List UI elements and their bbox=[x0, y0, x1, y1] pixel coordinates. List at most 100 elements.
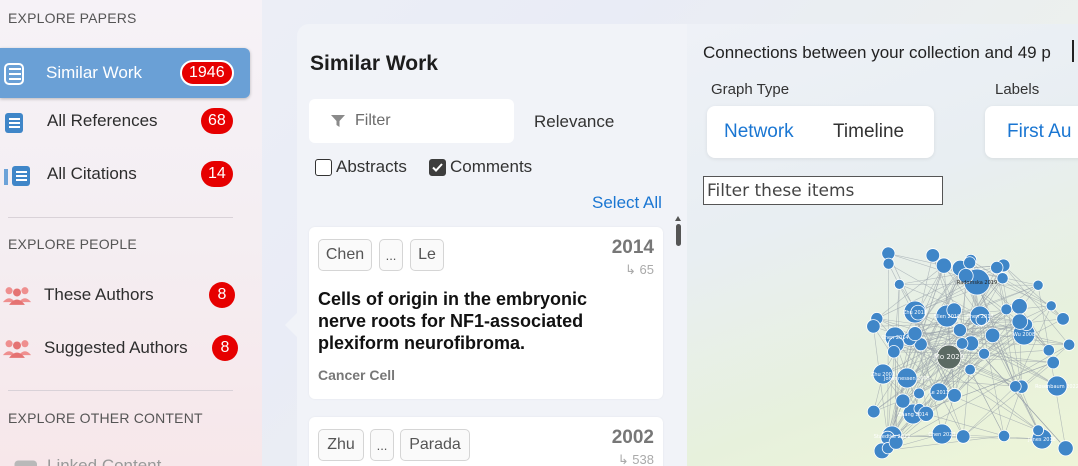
sidebar-item-label: Suggested Authors bbox=[44, 338, 188, 357]
network-node-label: Staedtke 2022 bbox=[874, 434, 911, 440]
document-stack-icon bbox=[4, 63, 24, 85]
sort-select[interactable]: Relevance bbox=[534, 112, 614, 132]
network-node-label: Zhu 2018 bbox=[903, 310, 927, 316]
network-node[interactable] bbox=[895, 393, 911, 409]
sidebar-item-all-citations[interactable]: All Citations 14 bbox=[0, 149, 250, 199]
network-node[interactable] bbox=[866, 319, 881, 334]
count-badge: 14 bbox=[201, 161, 233, 187]
network-node[interactable] bbox=[978, 347, 991, 360]
scroll-up-icon[interactable] bbox=[675, 216, 681, 221]
paper-card[interactable]: Zhu ... Parada 2002 ↳ 538 bbox=[309, 417, 663, 466]
sidebar-item-label: All Citations bbox=[47, 164, 137, 183]
abstracts-checkbox[interactable]: Abstracts bbox=[315, 157, 407, 177]
network-node[interactable] bbox=[935, 257, 952, 274]
network-node[interactable] bbox=[1056, 312, 1070, 326]
network-node-label: Rosenbaum 2022 bbox=[1035, 384, 1078, 390]
sidebar-item-these-authors[interactable]: These Authors 8 bbox=[0, 270, 250, 320]
author-chip-ellipsis[interactable]: ... bbox=[370, 429, 394, 461]
network-node[interactable] bbox=[866, 404, 881, 419]
scrollbar-thumb[interactable] bbox=[676, 224, 681, 246]
comments-checkbox[interactable]: Comments bbox=[429, 157, 532, 177]
network-node[interactable] bbox=[964, 363, 976, 376]
network-node[interactable] bbox=[1000, 303, 1013, 316]
divider bbox=[8, 390, 233, 391]
network-node[interactable] bbox=[1042, 344, 1055, 357]
select-all-link[interactable]: Select All bbox=[592, 193, 662, 213]
network-node[interactable] bbox=[963, 256, 977, 270]
network-node[interactable] bbox=[887, 345, 901, 359]
network-node-label: Chen 2023 bbox=[928, 432, 955, 438]
citation-count: ↳ 538 bbox=[617, 452, 654, 466]
network-node[interactable] bbox=[1063, 338, 1076, 351]
network-node-label: Chen 2017 bbox=[966, 314, 993, 320]
paper-title[interactable]: Cells of origin in the embryonic nerve r… bbox=[318, 288, 638, 354]
graph-area: Connections between your collection and … bbox=[687, 24, 1078, 466]
sidebar-item-label: These Authors bbox=[44, 285, 154, 304]
people-icon bbox=[2, 287, 32, 305]
network-node[interactable] bbox=[990, 260, 1004, 275]
author-chip[interactable]: Zhu bbox=[318, 429, 364, 461]
network-edge bbox=[963, 386, 1016, 437]
network-node[interactable] bbox=[1009, 380, 1022, 393]
sidebar-item-label: Similar Work bbox=[46, 63, 143, 82]
network-node-label: Le 2011 bbox=[929, 390, 949, 396]
network-node[interactable] bbox=[952, 323, 967, 338]
network-node[interactable] bbox=[1032, 279, 1044, 291]
paper-year: 2002 bbox=[611, 427, 654, 448]
author-chip[interactable]: Chen bbox=[318, 239, 372, 271]
network-node[interactable] bbox=[907, 326, 923, 342]
network-node-label: Mo 2020 bbox=[934, 353, 964, 361]
sidebar-item-label: All References bbox=[47, 111, 158, 130]
network-node-label: Radomska 2019 bbox=[957, 280, 997, 286]
network-edge bbox=[969, 369, 1005, 437]
author-chip[interactable]: Le bbox=[410, 239, 444, 271]
people-icon bbox=[2, 340, 32, 358]
author-chip-ellipsis[interactable]: ... bbox=[379, 239, 403, 271]
paper-journal: Cancer Cell bbox=[318, 367, 396, 383]
network-node[interactable] bbox=[1045, 300, 1057, 312]
author-chip[interactable]: Parada bbox=[400, 429, 470, 461]
citation-icon bbox=[4, 166, 30, 186]
document-icon bbox=[5, 113, 23, 133]
network-node[interactable] bbox=[1011, 298, 1028, 315]
network-node[interactable] bbox=[956, 429, 971, 444]
sidebar-item-similar-work[interactable]: Similar Work 1946 bbox=[0, 48, 250, 98]
network-node-label: Zhang 2014 bbox=[898, 412, 928, 418]
network-node[interactable] bbox=[984, 327, 1001, 344]
network-node[interactable] bbox=[913, 387, 925, 400]
network-graph[interactable]: Radomska 2019 Zhu 2018 Ellen 2018 Chen 2017… bbox=[687, 24, 1078, 466]
citation-count: ↳ 65 bbox=[625, 262, 654, 277]
count-badge: 8 bbox=[212, 335, 238, 361]
filter-placeholder: Filter bbox=[355, 112, 391, 129]
section-heading-people: EXPLORE PEOPLE bbox=[8, 236, 137, 252]
paper-year: 2014 bbox=[611, 237, 654, 258]
sidebar-item-linked-content[interactable]: Linked Content bbox=[0, 446, 250, 466]
network-node[interactable] bbox=[996, 272, 1009, 285]
network-node[interactable] bbox=[1046, 355, 1060, 370]
network-node-label: Wu 2008 bbox=[1013, 332, 1035, 338]
filter-input[interactable]: Filter bbox=[309, 99, 514, 143]
network-node[interactable] bbox=[1011, 313, 1028, 330]
sidebar-item-suggested-authors[interactable]: Suggested Authors 8 bbox=[0, 323, 250, 373]
checkbox-box[interactable] bbox=[315, 158, 332, 176]
count-badge: 8 bbox=[209, 282, 235, 308]
paper-card[interactable]: Chen ... Le 2014 ↳ 65 Cells of origin in… bbox=[309, 227, 663, 399]
network-node-label: Jones 2018 bbox=[1027, 437, 1056, 443]
network-node[interactable] bbox=[947, 388, 962, 403]
section-heading-other: EXPLORE OTHER CONTENT bbox=[8, 410, 203, 426]
network-node[interactable] bbox=[882, 257, 895, 270]
network-node[interactable] bbox=[955, 337, 969, 350]
network-node[interactable] bbox=[997, 429, 1011, 443]
similar-work-panel: Similar Work Filter Relevance Abstracts … bbox=[297, 24, 687, 466]
count-badge: 68 bbox=[201, 108, 233, 134]
network-node[interactable] bbox=[893, 278, 905, 290]
network-node[interactable] bbox=[925, 248, 941, 263]
network-node[interactable] bbox=[1032, 424, 1044, 437]
filter-icon bbox=[331, 115, 345, 127]
sidebar-item-all-references[interactable]: All References 68 bbox=[0, 96, 250, 146]
checkbox-box[interactable] bbox=[429, 158, 446, 176]
network-node-label: Ellen 2018 bbox=[934, 314, 961, 320]
count-badge: 1946 bbox=[180, 60, 234, 86]
network-edge bbox=[1003, 386, 1022, 437]
network-node[interactable] bbox=[1057, 440, 1074, 457]
